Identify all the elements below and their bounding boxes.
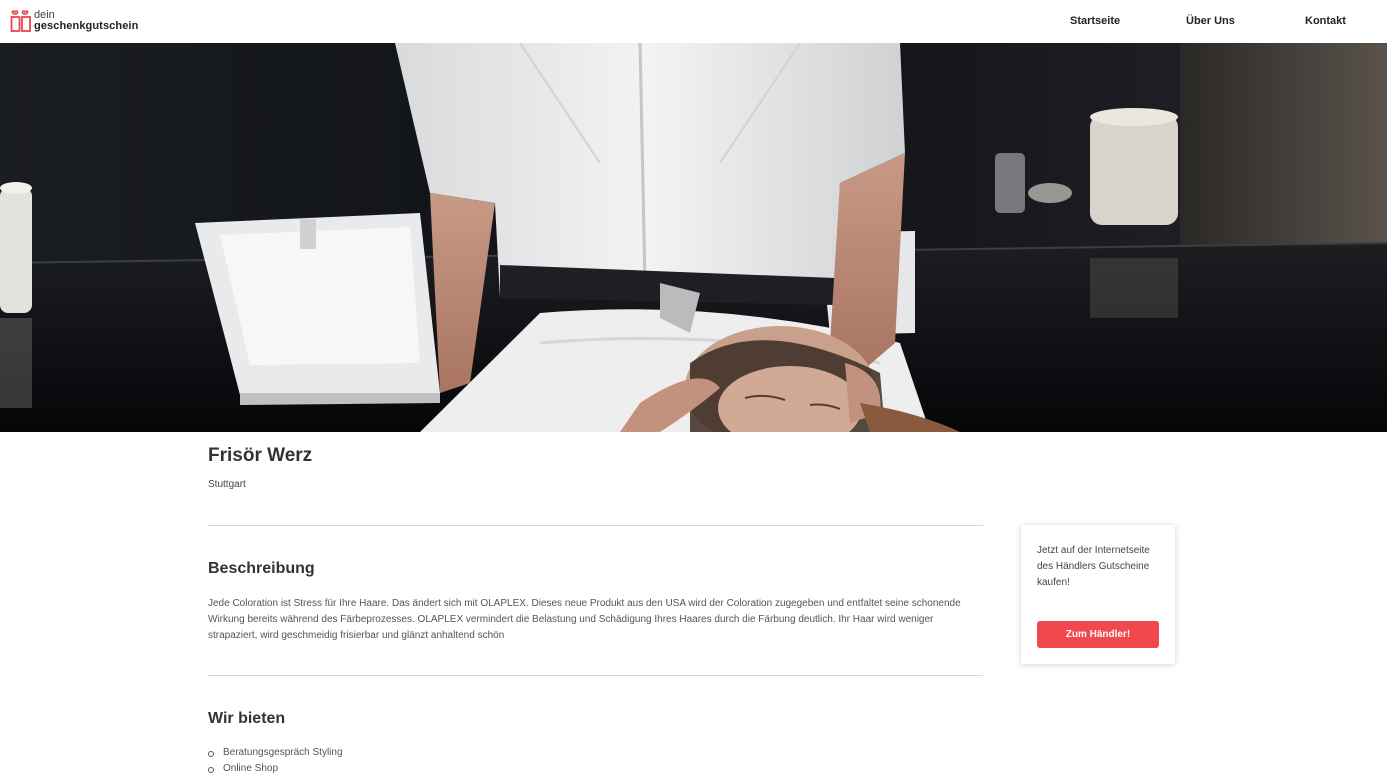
description-heading: Beschreibung xyxy=(208,560,315,577)
site-logo[interactable]: dein geschenkgutschein xyxy=(10,9,138,33)
description-text: Jede Coloration ist Stress für Ihre Haar… xyxy=(208,598,961,641)
merchant-city: Stuttgart xyxy=(208,479,246,490)
to-merchant-button[interactable]: Zum Händler! xyxy=(1037,621,1159,648)
offers-list: Beratungsgespräch Styling Online Shop xyxy=(208,745,343,777)
spa-photo-illustration xyxy=(0,43,1387,432)
offers-heading: Wir bieten xyxy=(208,710,286,727)
merchant-name: Frisör Werz xyxy=(208,445,313,466)
hero-image xyxy=(0,43,1387,432)
nav-startseite[interactable]: Startseite xyxy=(1070,15,1120,27)
voucher-card-text: Jetzt auf der Internetseite des Händlers… xyxy=(1037,545,1150,588)
offer-item: Beratungsgespräch Styling xyxy=(208,745,343,761)
divider-top xyxy=(208,525,983,526)
gift-icon xyxy=(10,9,32,33)
site-header: dein geschenkgutschein Startseite Über U… xyxy=(0,0,1387,43)
nav-ueber-uns[interactable]: Über Uns xyxy=(1186,15,1235,27)
divider-middle xyxy=(208,675,983,676)
voucher-card: Jetzt auf der Internetseite des Händlers… xyxy=(1021,525,1175,664)
nav-kontakt[interactable]: Kontakt xyxy=(1305,15,1346,27)
offer-item: Online Shop xyxy=(208,761,343,777)
logo-brand-text: geschenkgutschein xyxy=(34,20,139,32)
